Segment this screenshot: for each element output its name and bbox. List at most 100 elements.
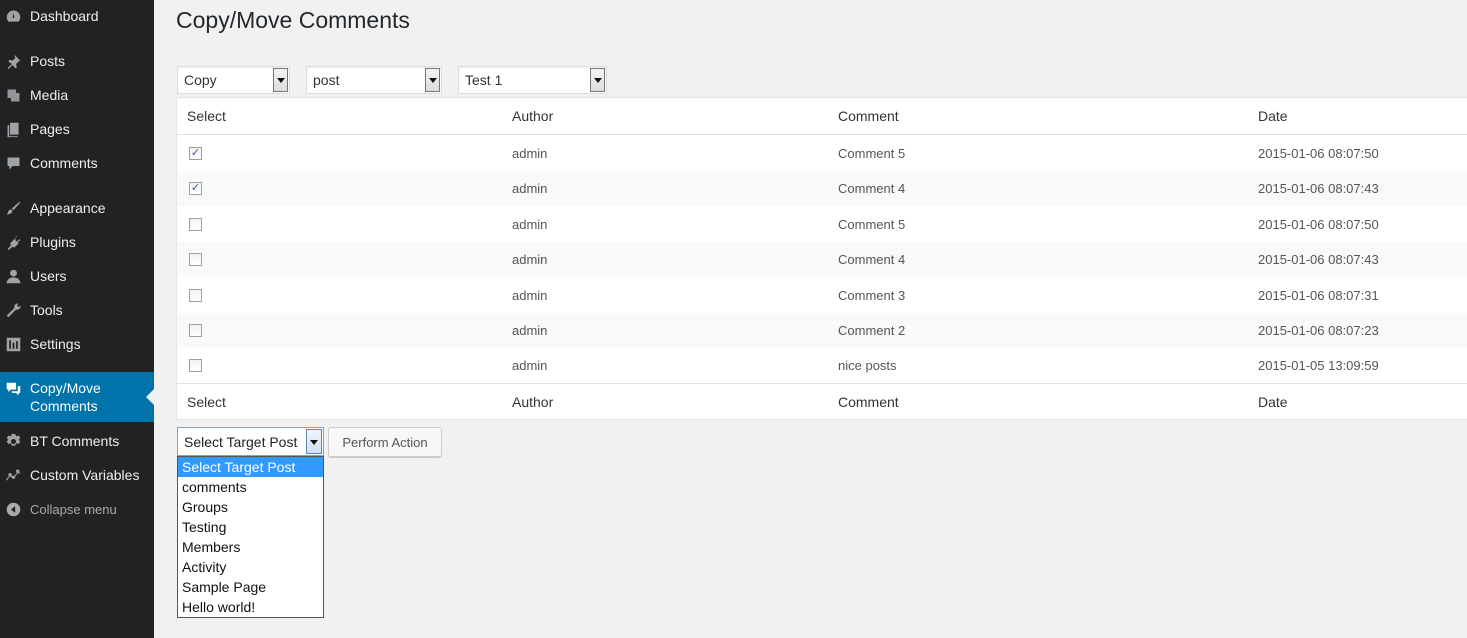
row-author: admin <box>512 146 548 161</box>
row-comment: Comment 4 <box>838 181 906 196</box>
page-title: Copy/Move Comments <box>176 7 410 33</box>
table-row: admin Comment 4 2015-01-06 08:07:43 <box>177 242 1467 277</box>
column-header-comment[interactable]: Comment <box>838 108 899 124</box>
post-select-value: Test 1 <box>465 72 503 88</box>
row-comment: nice posts <box>838 358 897 373</box>
chart-line-icon <box>3 465 23 485</box>
dropdown-option[interactable]: Members <box>178 537 323 557</box>
row-checkbox[interactable] <box>189 147 202 160</box>
row-author: admin <box>512 252 548 267</box>
row-comment: Comment 4 <box>838 252 906 267</box>
row-date: 2015-01-06 08:07:31 <box>1258 287 1379 303</box>
row-date: 2015-01-06 08:07:50 <box>1258 146 1379 161</box>
sidebar-item-users[interactable]: Users <box>0 259 154 293</box>
sidebar-item-custom-variables[interactable]: Custom Variables <box>0 458 154 492</box>
collapse-menu-button[interactable]: Collapse menu <box>0 492 154 526</box>
collapse-menu-label: Collapse menu <box>30 501 117 517</box>
sidebar-item-label: Plugins <box>30 234 76 250</box>
row-checkbox[interactable] <box>189 359 202 372</box>
dashboard-icon <box>3 6 23 26</box>
row-author: admin <box>512 216 548 232</box>
sidebar-item-label: Users <box>30 268 67 284</box>
column-header-author[interactable]: Author <box>512 108 553 124</box>
dropdown-option[interactable]: Groups <box>178 497 323 517</box>
dropdown-option[interactable]: Sample Page <box>178 577 323 597</box>
sidebar-item-label: Pages <box>30 121 70 137</box>
column-footer-comment[interactable]: Comment <box>838 394 899 410</box>
row-checkbox[interactable] <box>189 217 202 231</box>
gear-icon <box>3 431 23 451</box>
collapse-icon <box>3 499 23 519</box>
sidebar-item-label: Settings <box>30 336 81 352</box>
post-select[interactable]: Test 1 <box>458 66 607 94</box>
column-header-date[interactable]: Date <box>1258 108 1288 124</box>
comments-table: Select Author Comment Date admin Comment… <box>176 97 1467 420</box>
sidebar-item-posts[interactable]: Posts <box>0 44 154 78</box>
row-date: 2015-01-06 08:07:43 <box>1258 252 1379 267</box>
row-date: 2015-01-06 08:07:43 <box>1258 181 1379 196</box>
row-checkbox[interactable] <box>189 182 202 195</box>
dropdown-option[interactable]: Activity <box>178 557 323 577</box>
table-header-row: Select Author Comment Date <box>177 98 1467 135</box>
comment-icon <box>3 153 23 173</box>
target-post-dropdown: Select Target Post comments Groups Testi… <box>177 456 324 618</box>
row-checkbox[interactable] <box>189 288 202 302</box>
chevron-down-icon <box>306 429 322 454</box>
column-footer-date[interactable]: Date <box>1258 394 1288 410</box>
brush-icon <box>3 198 23 218</box>
dropdown-option[interactable]: Testing <box>178 517 323 537</box>
action-select-value: Copy <box>184 72 217 88</box>
row-checkbox[interactable] <box>189 253 202 266</box>
row-comment: Comment 2 <box>838 323 906 338</box>
sidebar-item-pages[interactable]: Pages <box>0 112 154 146</box>
sidebar-item-media[interactable]: Media <box>0 78 154 112</box>
sidebar-item-label: Comments <box>30 155 98 171</box>
perform-action-button[interactable]: Perform Action <box>328 427 442 457</box>
sidebar-item-label: Appearance <box>30 200 106 216</box>
chevron-down-icon <box>425 68 440 92</box>
table-row: admin Comment 5 2015-01-06 08:07:50 <box>177 206 1467 242</box>
table-row: admin nice posts 2015-01-05 13:09:59 <box>177 348 1467 383</box>
user-icon <box>3 266 23 286</box>
table-row: admin Comment 4 2015-01-06 08:07:43 <box>177 171 1467 206</box>
admin-sidebar: Dashboard Posts Media Pages Comments App… <box>0 0 154 638</box>
sidebar-item-comments[interactable]: Comments <box>0 146 154 180</box>
target-post-select[interactable]: Select Target Post <box>177 427 324 456</box>
comments-icon <box>3 379 23 399</box>
sidebar-item-plugins[interactable]: Plugins <box>0 225 154 259</box>
column-footer-select[interactable]: Select <box>187 394 226 410</box>
pin-icon <box>3 51 23 71</box>
wrench-icon <box>3 300 23 320</box>
column-header-select[interactable]: Select <box>187 108 226 124</box>
sidebar-item-label: Posts <box>30 53 66 69</box>
sidebar-item-label: BT Comments <box>30 433 120 449</box>
row-checkbox[interactable] <box>189 324 202 337</box>
row-date: 2015-01-06 08:07:50 <box>1258 216 1379 232</box>
table-row: admin Comment 5 2015-01-06 08:07:50 <box>177 136 1467 171</box>
sidebar-item-label: Custom Variables <box>30 467 140 483</box>
post-type-select[interactable]: post <box>306 66 442 94</box>
sidebar-item-dashboard[interactable]: Dashboard <box>0 0 154 33</box>
table-row: admin Comment 2 2015-01-06 08:07:23 <box>177 313 1467 348</box>
plug-icon <box>3 232 23 252</box>
row-author: admin <box>512 358 548 373</box>
dropdown-option[interactable]: Hello world! <box>178 597 323 617</box>
sidebar-item-tools[interactable]: Tools <box>0 293 154 327</box>
row-comment: Comment 3 <box>838 287 906 303</box>
chevron-down-icon <box>273 68 288 92</box>
column-footer-author[interactable]: Author <box>512 394 553 410</box>
sidebar-item-bt-comments[interactable]: BT Comments <box>0 424 154 458</box>
chevron-down-icon <box>590 68 605 92</box>
sidebar-item-settings[interactable]: Settings <box>0 327 154 361</box>
post-type-select-value: post <box>313 72 340 88</box>
dropdown-option[interactable]: comments <box>178 477 323 497</box>
sliders-icon <box>3 334 23 354</box>
sidebar-item-label: Dashboard <box>30 8 99 24</box>
action-select[interactable]: Copy <box>177 66 290 94</box>
row-date: 2015-01-06 08:07:23 <box>1258 323 1379 338</box>
media-icon <box>3 85 23 105</box>
row-date: 2015-01-05 13:09:59 <box>1258 358 1379 373</box>
sidebar-item-copy-move-comments[interactable]: Copy/Move Comments <box>0 372 154 422</box>
dropdown-option[interactable]: Select Target Post <box>178 457 323 477</box>
sidebar-item-appearance[interactable]: Appearance <box>0 191 154 225</box>
